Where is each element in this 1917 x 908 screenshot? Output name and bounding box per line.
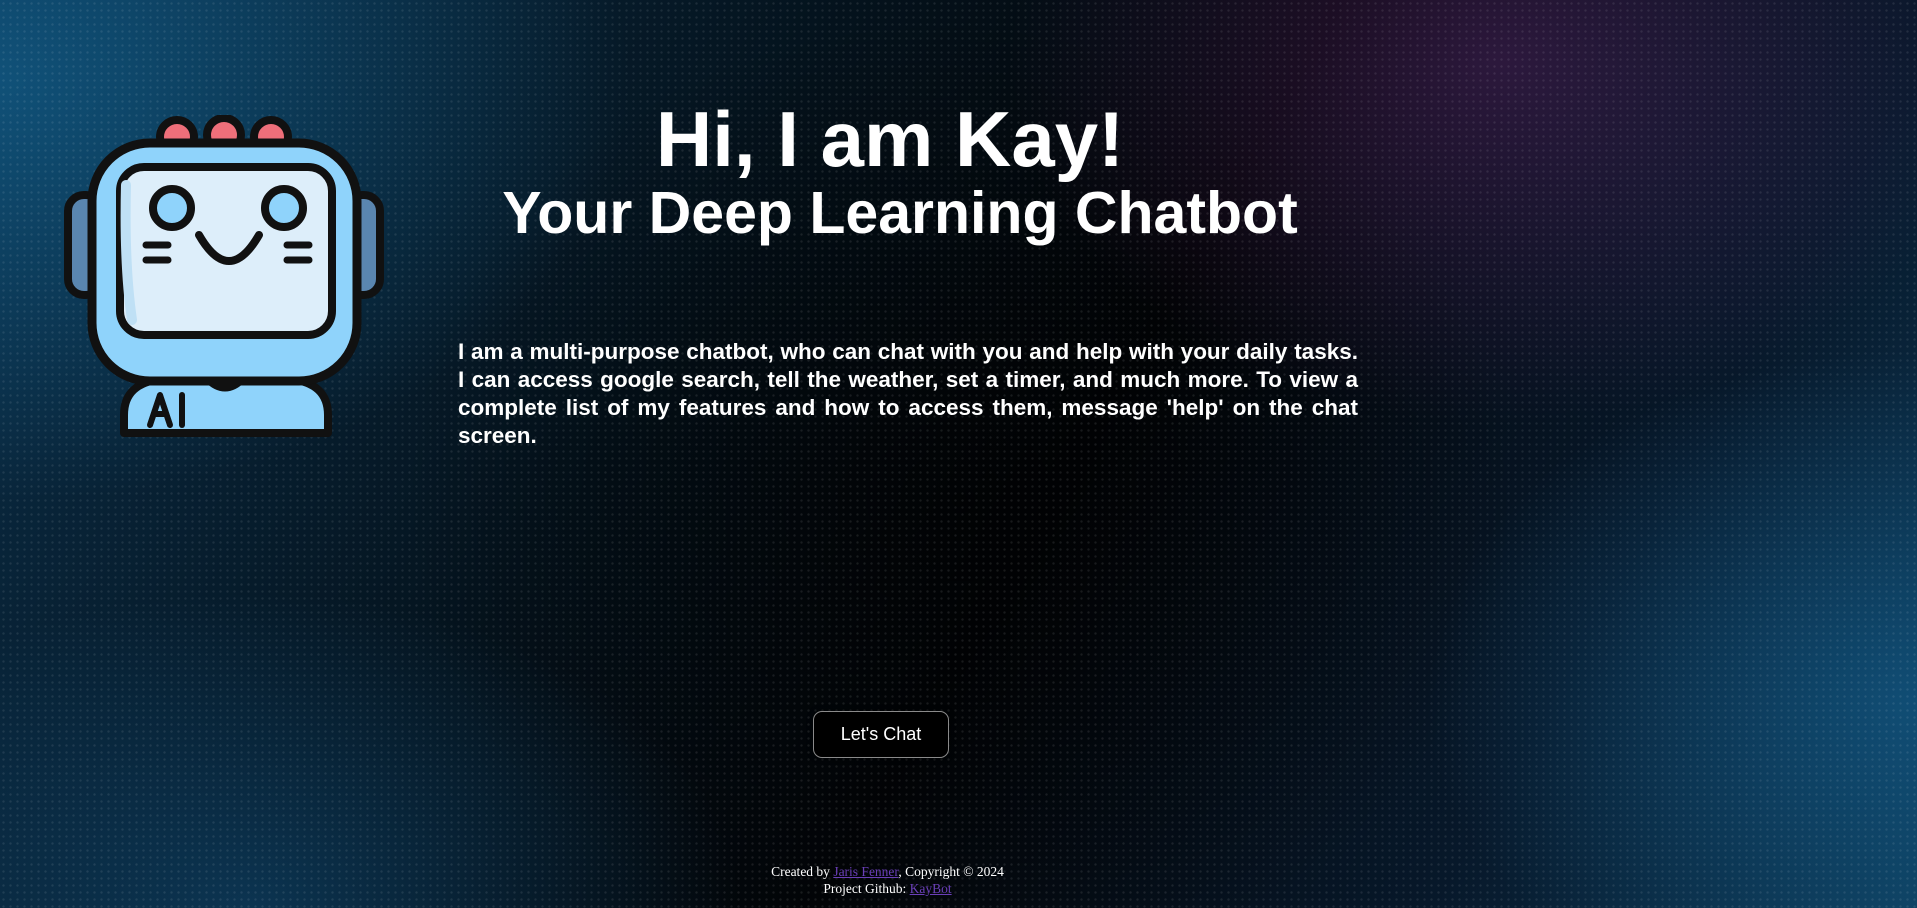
footer-copyright: , Copyright © 2024 [898,864,1004,879]
footer: Created by Jaris Fenner, Copyright © 202… [0,863,1775,897]
page-subtitle: Your Deep Learning Chatbot [502,180,1298,246]
page-title: Hi, I am Kay! [655,95,1125,183]
footer-github-line: Project Github: KayBot [0,880,1775,897]
footer-credit-line: Created by Jaris Fenner, Copyright © 202… [0,863,1775,880]
footer-github-prefix: Project Github: [823,881,910,896]
footer-created-prefix: Created by [771,864,834,879]
intro-description: I am a multi-purpose chatbot, who can ch… [458,339,1358,448]
lets-chat-button[interactable]: Let's Chat [813,711,949,758]
github-link[interactable]: KayBot [910,881,952,896]
author-link[interactable]: Jaris Fenner [833,864,898,879]
